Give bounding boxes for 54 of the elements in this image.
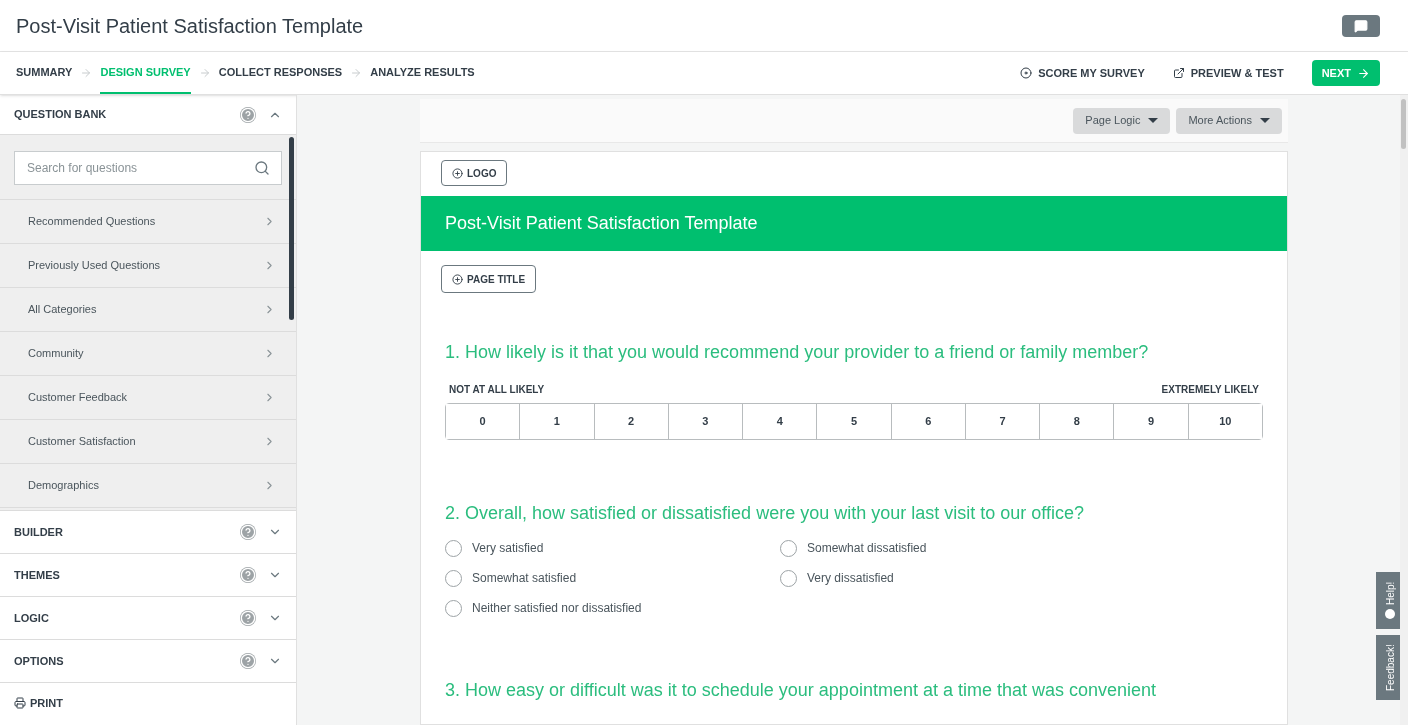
search-field[interactable]: Search for questions — [14, 151, 282, 185]
step-tab[interactable]: ANALYZE RESULTS — [370, 52, 475, 94]
chat-button[interactable] — [1342, 14, 1380, 37]
plus-icon — [452, 167, 463, 179]
help-icon — [1385, 609, 1395, 620]
option-label: Somewhat dissatisfied — [807, 540, 927, 557]
category-item[interactable]: Demographics — [0, 464, 296, 508]
help-icon[interactable] — [240, 653, 256, 669]
arrow-icon — [198, 67, 211, 79]
category-item[interactable]: Community — [0, 332, 296, 376]
speech-bubble-icon — [1354, 18, 1368, 33]
scale-low-label: NOT AT ALL LIKELY — [449, 383, 545, 397]
score-link[interactable]: SCORE MY SURVEY — [1020, 64, 1145, 82]
section-title[interactable]: OPTIONS — [14, 652, 64, 670]
survey-title: Post-Visit Patient Satisfaction Template — [16, 13, 364, 39]
help-icon[interactable] — [240, 567, 256, 583]
option-label: Very satisfied — [472, 540, 544, 557]
search-icon[interactable] — [254, 160, 270, 176]
step-tab[interactable]: COLLECT RESPONSES — [218, 52, 343, 94]
scrollbar[interactable] — [289, 137, 294, 320]
category-item[interactable]: Customer Feedback — [0, 376, 296, 420]
option-label: Neither satisfied nor dissatisfied — [472, 600, 642, 617]
preview-link[interactable]: PREVIEW & TEST — [1172, 64, 1284, 82]
printer-icon — [14, 697, 26, 709]
plus-icon — [452, 273, 463, 285]
scrollbar[interactable] — [1401, 99, 1406, 149]
dropdown-button[interactable]: More Actions — [1176, 107, 1282, 134]
step-tab[interactable]: SUMMARY — [16, 52, 73, 94]
arrow-icon — [80, 67, 93, 79]
arrow-icon — [1357, 66, 1370, 80]
category-item[interactable]: Recommended Questions — [0, 200, 296, 244]
help-icon[interactable] — [240, 610, 256, 626]
help-icon[interactable] — [240, 106, 256, 123]
scale-option[interactable]: 10 — [1187, 404, 1262, 439]
dropdown-button[interactable]: Page Logic — [1073, 107, 1171, 134]
option-label: Somewhat satisfied — [472, 570, 577, 587]
category-item[interactable]: Previously Used Questions — [0, 244, 296, 288]
section-title: QUESTION BANK — [14, 107, 107, 123]
arrow-icon — [350, 67, 363, 79]
caret-icon — [1148, 118, 1159, 123]
section-title[interactable]: LOGIC — [14, 609, 49, 627]
category-item[interactable]: Customer Satisfaction — [0, 420, 296, 464]
add-page-title-button[interactable]: PAGE TITLE — [441, 265, 537, 293]
share-icon — [1172, 67, 1185, 79]
target-icon — [1020, 67, 1033, 79]
scale-high-label: EXTREMELY LIKELY — [1161, 383, 1259, 397]
option-label: Very dissatisfied — [807, 570, 894, 587]
help-icon[interactable] — [240, 524, 256, 540]
print-link[interactable]: PRINT — [0, 683, 296, 723]
section-title[interactable]: THEMES — [14, 566, 60, 584]
category-item[interactable]: All Categories — [0, 288, 296, 332]
caret-icon — [1260, 118, 1270, 123]
add-logo-button[interactable]: LOGO — [441, 160, 508, 186]
section-title[interactable]: BUILDER — [14, 523, 63, 541]
